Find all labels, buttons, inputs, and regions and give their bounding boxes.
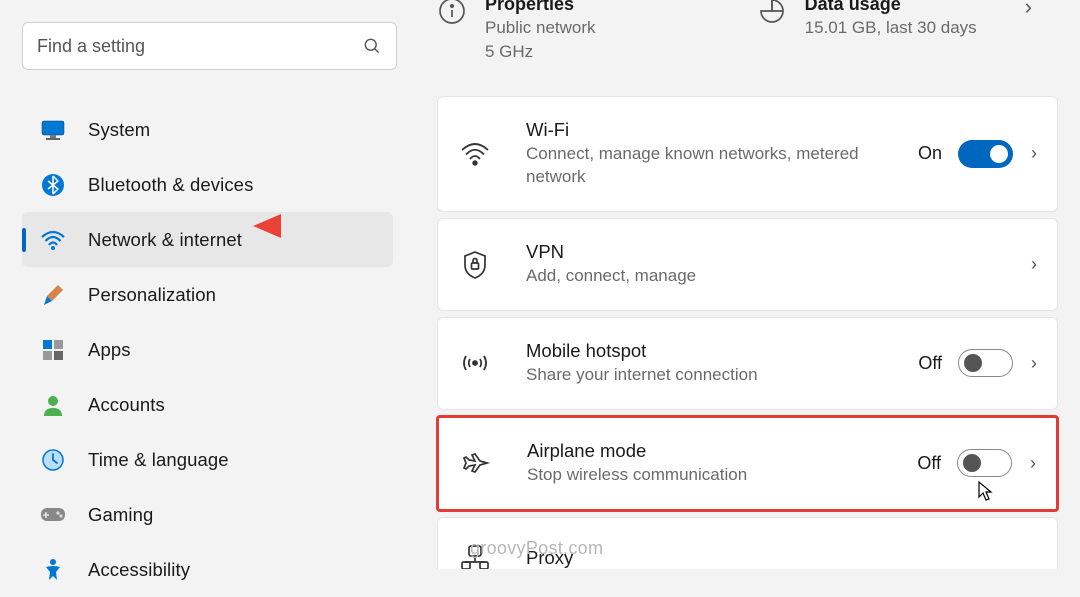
wifi-sub: Connect, manage known networks, metered … (526, 142, 918, 190)
nav-label: Accessibility (88, 559, 190, 581)
usage-sub: 15.01 GB, last 30 days (805, 16, 977, 40)
watermark: groovyPost.com (470, 538, 603, 559)
sidebar: System Bluetooth & devices (0, 0, 415, 569)
highlight-box: Airplane mode Stop wireless communicatio… (436, 415, 1059, 512)
nav-list: System Bluetooth & devices (0, 102, 415, 597)
info-icon (437, 0, 467, 26)
gamepad-icon (40, 502, 66, 528)
hotspot-title: Mobile hotspot (526, 340, 918, 362)
search-box[interactable] (22, 22, 397, 70)
airplane-sub: Stop wireless communication (527, 463, 917, 487)
setting-wifi[interactable]: Wi-Fi Connect, manage known networks, me… (437, 96, 1058, 213)
nav-label: System (88, 119, 150, 141)
airplane-icon (461, 448, 491, 478)
usage-title: Data usage (805, 0, 977, 15)
main-content: Properties Public network 5 GHz Data usa… (415, 0, 1080, 569)
wifi-state: On (918, 143, 942, 164)
chevron-right-icon: › (1030, 453, 1036, 474)
chevron-right-icon: › (1031, 254, 1037, 275)
sidebar-item-apps[interactable]: Apps (22, 322, 393, 377)
brush-icon (40, 282, 66, 308)
system-icon (40, 117, 66, 143)
search-input[interactable] (37, 36, 362, 57)
vpn-title: VPN (526, 241, 1031, 263)
nav-label: Apps (88, 339, 131, 361)
vpn-sub: Add, connect, manage (526, 264, 1031, 288)
apps-icon (40, 337, 66, 363)
sidebar-item-accessibility[interactable]: Accessibility (22, 542, 393, 597)
sidebar-item-system[interactable]: System (22, 102, 393, 157)
properties-sub2: 5 GHz (485, 40, 596, 64)
hotspot-toggle[interactable] (958, 349, 1013, 377)
sidebar-item-personalization[interactable]: Personalization (22, 267, 393, 322)
accessibility-icon (40, 557, 66, 583)
search-icon (362, 36, 382, 56)
nav-label: Gaming (88, 504, 153, 526)
hotspot-state: Off (918, 353, 942, 374)
sidebar-item-bluetooth[interactable]: Bluetooth & devices (22, 157, 393, 212)
network-icon (40, 227, 66, 253)
properties-title: Properties (485, 0, 596, 15)
chevron-right-icon: › (1031, 353, 1037, 374)
top-cards: Properties Public network 5 GHz Data usa… (437, 0, 1058, 64)
chevron-right-icon: › (1031, 143, 1037, 164)
hotspot-sub: Share your internet connection (526, 363, 918, 387)
data-usage-card[interactable]: Data usage 15.01 GB, last 30 days › (757, 0, 1032, 64)
airplane-toggle[interactable] (957, 449, 1012, 477)
bluetooth-icon (40, 172, 66, 198)
nav-label: Personalization (88, 284, 216, 306)
nav-label: Network & internet (88, 229, 242, 251)
setting-vpn[interactable]: VPN Add, connect, manage › (437, 218, 1058, 311)
sidebar-item-time[interactable]: Time & language (22, 432, 393, 487)
vpn-icon (460, 250, 490, 280)
wifi-title: Wi-Fi (526, 119, 918, 141)
airplane-state: Off (917, 453, 941, 474)
chart-icon (757, 0, 787, 26)
hotspot-icon (460, 348, 490, 378)
nav-label: Accounts (88, 394, 165, 416)
sidebar-item-network[interactable]: Network & internet (22, 212, 393, 267)
properties-sub1: Public network (485, 16, 596, 40)
airplane-title: Airplane mode (527, 440, 917, 462)
settings-list: Wi-Fi Connect, manage known networks, me… (437, 96, 1058, 569)
chevron-right-icon: › (1025, 0, 1032, 20)
wifi-toggle[interactable] (958, 140, 1013, 168)
setting-hotspot[interactable]: Mobile hotspot Share your internet conne… (437, 317, 1058, 410)
wifi-icon (460, 139, 490, 169)
sidebar-item-gaming[interactable]: Gaming (22, 487, 393, 542)
nav-label: Time & language (88, 449, 229, 471)
accounts-icon (40, 392, 66, 418)
sidebar-item-accounts[interactable]: Accounts (22, 377, 393, 432)
setting-airplane[interactable]: Airplane mode Stop wireless communicatio… (439, 418, 1056, 509)
nav-label: Bluetooth & devices (88, 174, 253, 196)
properties-card[interactable]: Properties Public network 5 GHz (437, 0, 596, 64)
clock-icon (40, 447, 66, 473)
